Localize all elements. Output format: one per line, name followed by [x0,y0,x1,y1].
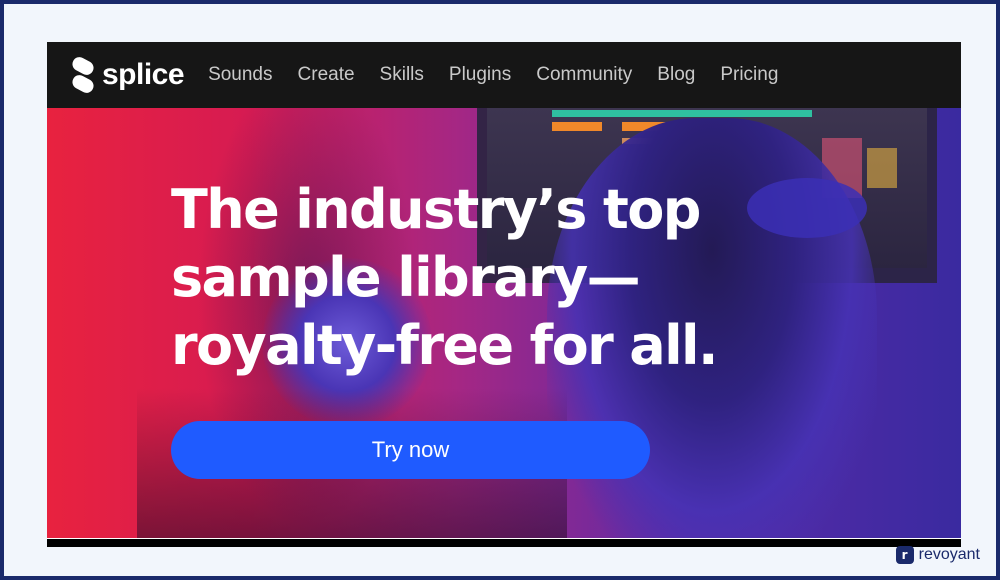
daw-meter-graphic [867,148,897,188]
revoyant-logo-icon: r [895,546,914,564]
splice-logo-icon [72,57,94,93]
top-navbar: splice Sounds Create Skills Plugins Comm… [47,42,961,108]
hero-headline: The industry’s top sample library— royal… [171,176,811,380]
logo-wordmark: splice [102,58,185,91]
splice-logo[interactable]: splice [69,57,185,93]
nav-plugins[interactable]: Plugins [449,64,511,86]
hero-headline-line: The industry’s top [171,178,701,241]
page-viewport: splice Sounds Create Skills Plugins Comm… [47,42,961,547]
revoyant-wordmark: revoyant [918,546,980,563]
try-now-button[interactable]: Try now [171,421,650,479]
nav-create[interactable]: Create [298,64,355,86]
hero-headline-line: sample library— [171,246,641,309]
nav-blog[interactable]: Blog [657,64,695,86]
nav-pricing[interactable]: Pricing [720,64,778,86]
daw-track-bar [552,110,812,117]
nav-skills[interactable]: Skills [380,64,424,86]
section-divider [47,538,961,539]
nav-sounds[interactable]: Sounds [208,64,272,86]
screenshot-frame: splice Sounds Create Skills Plugins Comm… [4,4,996,576]
daw-track-bar [552,122,602,131]
nav-community[interactable]: Community [536,64,632,86]
revoyant-watermark: r revoyant [895,546,980,564]
hero-headline-line: royalty-free for all. [171,314,718,377]
hero-section: The industry’s top sample library— royal… [47,108,961,538]
